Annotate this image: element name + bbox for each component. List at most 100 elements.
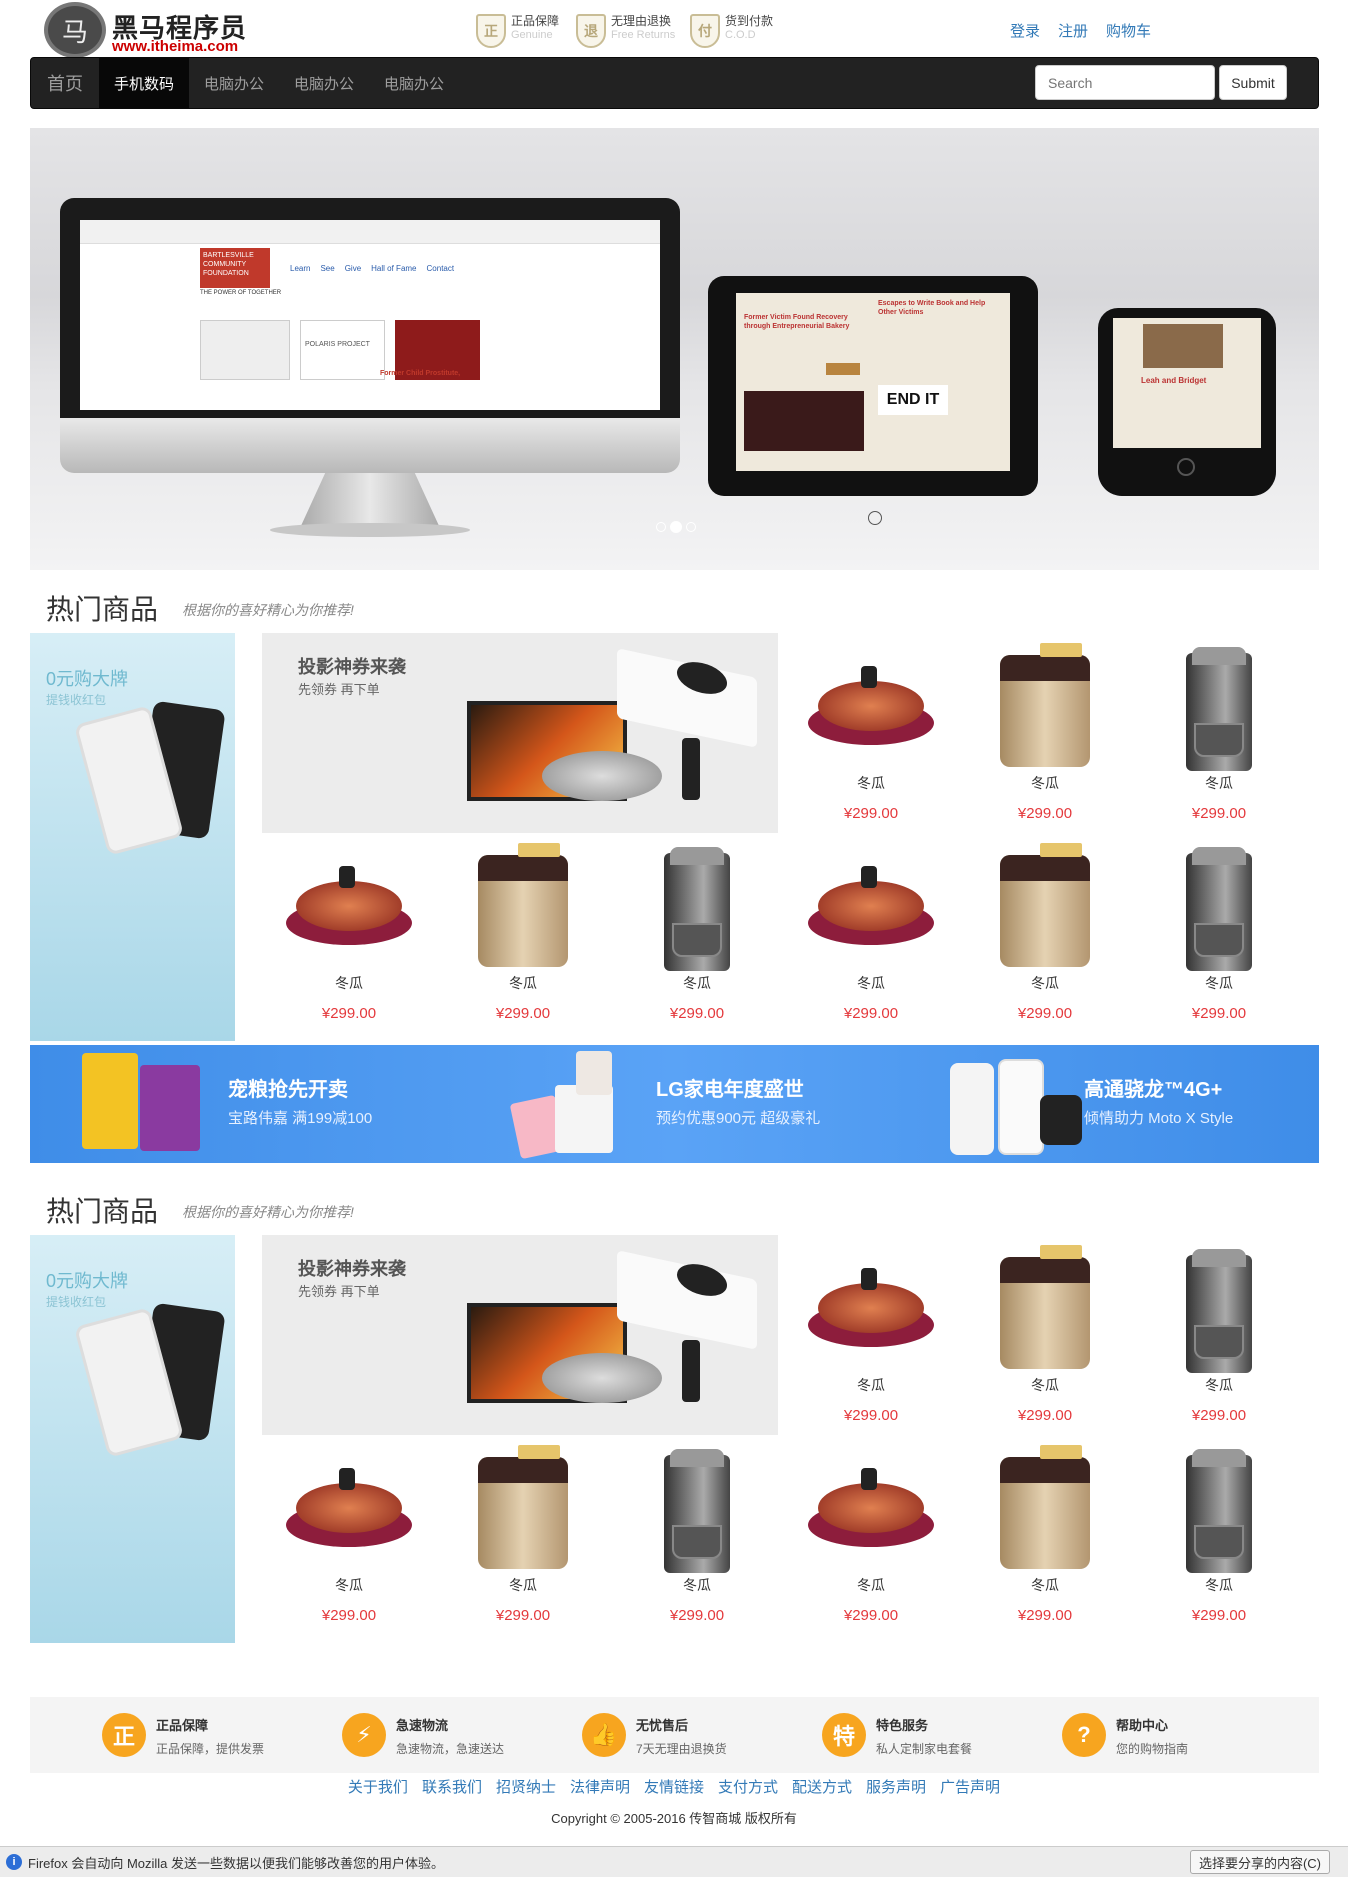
product-image[interactable] xyxy=(796,641,946,771)
product-price: ¥299.00 xyxy=(1191,805,1247,822)
product-image[interactable] xyxy=(1144,641,1294,771)
cart-link[interactable]: 购物车 xyxy=(1106,20,1151,41)
footer-link-delivery[interactable]: 配送方式 xyxy=(792,1776,852,1797)
promo-title: 无理由退换 xyxy=(611,14,672,28)
footer-link-about[interactable]: 关于我们 xyxy=(348,1776,408,1797)
product-name[interactable]: 冬瓜 xyxy=(1205,973,1233,993)
footer-link-jobs[interactable]: 招贤纳士 xyxy=(496,1776,556,1797)
product-price: ¥299.00 xyxy=(843,805,899,822)
product-name[interactable]: 冬瓜 xyxy=(335,1575,363,1595)
carousel-dot[interactable] xyxy=(686,522,696,532)
service-item[interactable]: 👍 无忧售后 7天无理由退换货 xyxy=(582,1713,727,1757)
footer-link-payment[interactable]: 支付方式 xyxy=(718,1776,778,1797)
product-image[interactable] xyxy=(796,1443,946,1573)
product-name[interactable]: 冬瓜 xyxy=(1031,1575,1059,1595)
nav-home[interactable]: 首页 xyxy=(31,58,99,108)
product-card[interactable]: 冬瓜 ¥299.00 xyxy=(958,1435,1132,1635)
service-item[interactable]: 正 正品保障 正品保障，提供发票 xyxy=(102,1713,264,1757)
product-card[interactable]: 冬瓜 ¥299.00 xyxy=(958,1235,1132,1435)
footer-link-ads[interactable]: 广告声明 xyxy=(940,1776,1000,1797)
carousel-dot-active[interactable] xyxy=(670,521,682,533)
site-menu: Learn See Give Hall of Fame Contact xyxy=(290,264,455,273)
product-card[interactable]: 冬瓜 ¥299.00 xyxy=(1132,833,1306,1033)
product-image[interactable] xyxy=(1144,841,1294,971)
product-card[interactable]: 冬瓜 ¥299.00 xyxy=(436,833,610,1033)
product-price: ¥299.00 xyxy=(321,1607,377,1624)
product-image[interactable] xyxy=(970,641,1120,771)
product-image[interactable] xyxy=(274,1443,424,1573)
product-image[interactable] xyxy=(1144,1243,1294,1373)
login-link[interactable]: 登录 xyxy=(1010,20,1040,41)
product-name[interactable]: 冬瓜 xyxy=(857,1375,885,1395)
mid-ad-projector[interactable]: 投影神券来袭 先领券 再下单 xyxy=(262,633,778,833)
product-image[interactable] xyxy=(970,1443,1120,1573)
product-image[interactable] xyxy=(448,1443,598,1573)
nav-phones[interactable]: 手机数码 xyxy=(99,58,190,108)
big-ad-phone[interactable]: 0元购大牌 提钱收红包 xyxy=(30,633,235,1041)
nav-computers[interactable]: 电脑办公 xyxy=(189,58,279,108)
product-card[interactable]: 冬瓜 ¥299.00 xyxy=(958,833,1132,1033)
big-ad-phone[interactable]: 0元购大牌 提钱收红包 xyxy=(30,1235,235,1643)
product-card[interactable]: 冬瓜 ¥299.00 xyxy=(958,633,1132,833)
product-price: ¥299.00 xyxy=(843,1005,899,1022)
product-card[interactable]: 冬瓜 ¥299.00 xyxy=(1132,1435,1306,1635)
search-input[interactable] xyxy=(1035,65,1215,100)
product-card[interactable]: 冬瓜 ¥299.00 xyxy=(436,1435,610,1635)
product-image[interactable] xyxy=(1144,1443,1294,1573)
phone-home-button xyxy=(1177,458,1195,476)
cat-food-bag xyxy=(140,1065,200,1151)
product-card[interactable]: 冬瓜 ¥299.00 xyxy=(784,1435,958,1635)
promo-banner[interactable]: 宠粮抢先开卖 宝路伟嘉 满199减100 LG家电年度盛世 预约优惠900元 超… xyxy=(30,1045,1319,1163)
product-name[interactable]: 冬瓜 xyxy=(683,1575,711,1595)
product-image[interactable] xyxy=(622,841,772,971)
product-card[interactable]: 冬瓜 ¥299.00 xyxy=(262,1435,436,1635)
product-image[interactable] xyxy=(448,841,598,971)
nav-computers[interactable]: 电脑办公 xyxy=(279,58,369,108)
product-image[interactable] xyxy=(274,841,424,971)
product-card[interactable]: 冬瓜 ¥299.00 xyxy=(1132,633,1306,833)
footer-link-contact[interactable]: 联系我们 xyxy=(422,1776,482,1797)
product-name[interactable]: 冬瓜 xyxy=(1205,773,1233,793)
snapdragon-figure xyxy=(1040,1095,1082,1145)
nav-computers[interactable]: 电脑办公 xyxy=(369,58,459,108)
logo-horse-icon[interactable]: 马 xyxy=(44,2,106,58)
service-item[interactable]: ⚡ 急速物流 急速物流，急速送达 xyxy=(342,1713,504,1757)
product-name[interactable]: 冬瓜 xyxy=(1205,1375,1233,1395)
product-card[interactable]: 冬瓜 ¥299.00 xyxy=(1132,1235,1306,1435)
service-item[interactable]: 特 特色服务 私人定制家电套餐 xyxy=(822,1713,972,1757)
product-card[interactable]: 冬瓜 ¥299.00 xyxy=(784,1235,958,1435)
product-image[interactable] xyxy=(970,841,1120,971)
product-image[interactable] xyxy=(796,841,946,971)
product-card[interactable]: 冬瓜 ¥299.00 xyxy=(784,633,958,833)
product-name[interactable]: 冬瓜 xyxy=(509,1575,537,1595)
footer-link-service[interactable]: 服务声明 xyxy=(866,1776,926,1797)
product-name[interactable]: 冬瓜 xyxy=(683,973,711,993)
product-name[interactable]: 冬瓜 xyxy=(1031,773,1059,793)
choose-share-button[interactable]: 选择要分享的内容(C) xyxy=(1189,1850,1330,1874)
footer-link-friends[interactable]: 友情链接 xyxy=(644,1776,704,1797)
product-image[interactable] xyxy=(622,1443,772,1573)
product-image[interactable] xyxy=(796,1243,946,1373)
register-link[interactable]: 注册 xyxy=(1058,20,1088,41)
product-name[interactable]: 冬瓜 xyxy=(857,773,885,793)
product-name[interactable]: 冬瓜 xyxy=(1205,1575,1233,1595)
footer-link-legal[interactable]: 法律声明 xyxy=(570,1776,630,1797)
promo-genuine: 正 正品保障 Genuine xyxy=(476,14,559,50)
promo-returns: 退 无理由退换 Free Returns xyxy=(576,14,675,50)
mid-ad-projector[interactable]: 投影神券来袭 先领券 再下单 xyxy=(262,1235,778,1435)
carousel[interactable]: BARTLESVILLE COMMUNITY FOUNDATION THE PO… xyxy=(30,128,1319,570)
product-card[interactable]: 冬瓜 ¥299.00 xyxy=(784,833,958,1033)
product-name[interactable]: 冬瓜 xyxy=(335,973,363,993)
service-item[interactable]: ? 帮助中心 您的购物指南 xyxy=(1062,1713,1188,1757)
product-name[interactable]: 冬瓜 xyxy=(857,973,885,993)
product-name[interactable]: 冬瓜 xyxy=(857,1575,885,1595)
product-card[interactable]: 冬瓜 ¥299.00 xyxy=(610,833,784,1033)
product-name[interactable]: 冬瓜 xyxy=(1031,1375,1059,1395)
product-card[interactable]: 冬瓜 ¥299.00 xyxy=(610,1435,784,1635)
product-name[interactable]: 冬瓜 xyxy=(509,973,537,993)
carousel-dot[interactable] xyxy=(656,522,666,532)
product-image[interactable] xyxy=(970,1243,1120,1373)
product-card[interactable]: 冬瓜 ¥299.00 xyxy=(262,833,436,1033)
submit-button[interactable]: Submit xyxy=(1219,65,1287,100)
product-name[interactable]: 冬瓜 xyxy=(1031,973,1059,993)
